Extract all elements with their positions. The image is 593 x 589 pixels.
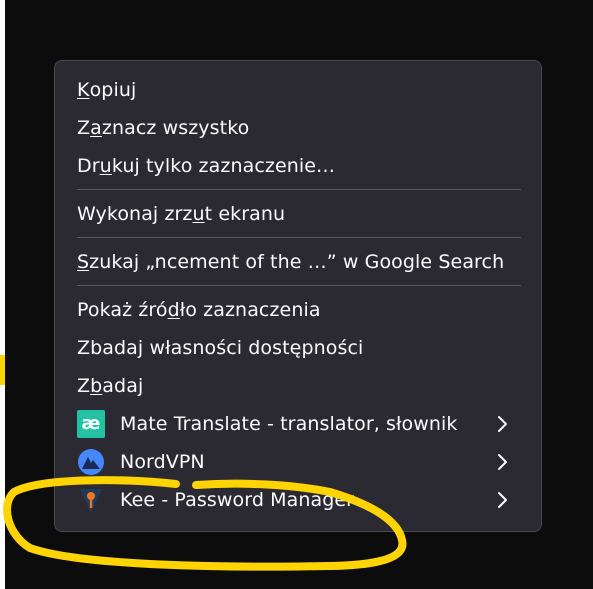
menu-item-inspect-accessibility[interactable]: Zbadaj własności dostępności [55,329,541,367]
kee-icon [77,486,105,514]
menu-item-label: NordVPN [120,451,205,473]
menu-item-select-all[interactable]: Za znacz wszystko [55,109,541,147]
menu-separator [77,189,521,190]
menu-item-view-selection-source[interactable]: Pokaż źró d ło zaznaczenia [55,291,541,329]
menu-item-screenshot[interactable]: Wykonaj zrz u t ekranu [55,195,541,233]
nordvpn-icon [77,448,105,476]
mate-translate-icon: æ [77,410,105,438]
menu-item-print-selection[interactable]: Dr u kuj tylko zaznaczenie… [55,147,541,185]
context-menu: Kopiuj Za znacz wszystko Dr u kuj tylko zaz… [54,60,542,532]
menu-item-label: Kee - Password Manager [120,489,355,511]
menu-item-kee[interactable]: Kee - Password Manager [55,481,541,519]
left-yellow-marker [0,355,5,385]
menu-item-mate-translate[interactable]: æ Mate Translate - translator, słownik [55,405,541,443]
chevron-right-icon [498,492,507,508]
menu-item-search-google[interactable]: Szukaj „ncement of the …” w Google Searc… [55,243,541,281]
chevron-right-icon [498,454,507,470]
chevron-right-icon [498,416,507,432]
menu-separator [77,237,521,238]
menu-item-label: Mate Translate - translator, słownik [120,413,458,435]
menu-separator [77,285,521,286]
menu-item-nordvpn[interactable]: NordVPN [55,443,541,481]
menu-item-inspect[interactable]: Zb adaj [55,367,541,405]
menu-item-copy[interactable]: Kopiuj [55,71,541,109]
